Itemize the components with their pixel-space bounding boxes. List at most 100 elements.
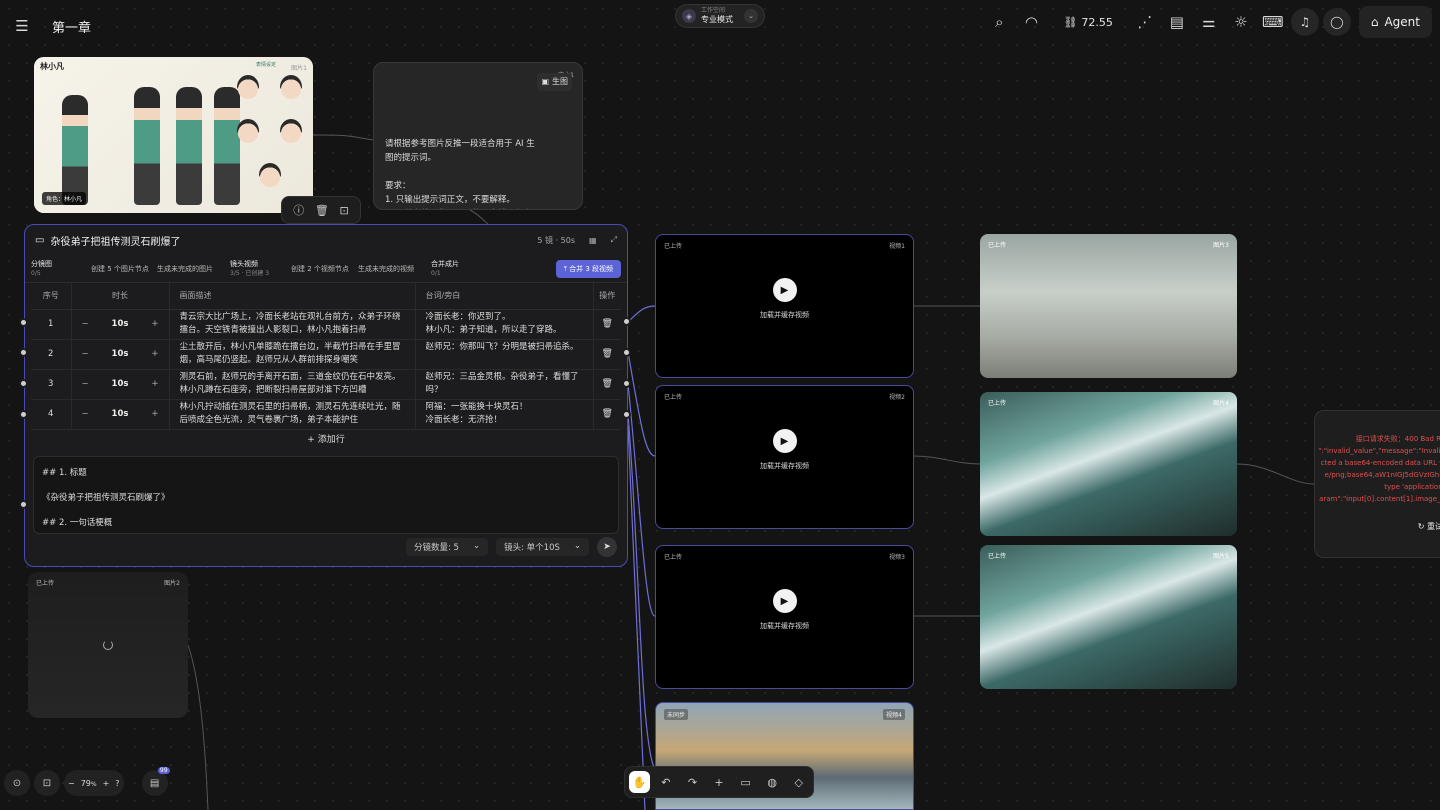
shot-count-select[interactable]: 分镜数量: 5 ⌄ xyxy=(405,537,489,556)
create-image-nodes-button[interactable]: 创建 5 个图片节点 xyxy=(91,264,157,274)
input-port[interactable] xyxy=(19,348,28,357)
grid-icon[interactable]: ▦ xyxy=(589,236,597,245)
zoom-in-button[interactable]: + xyxy=(103,779,110,788)
table-row: 4 − 10s + 林小凡拧动插在测灵石里的扫帚柄，测灵石先连续吐光，随后喷成全色光… xyxy=(31,399,621,430)
scene-text[interactable]: 林小凡拧动插在测灵石里的扫帚柄，测灵石先连续吐光，随后喷成全色光流，灵气卷裹广场… xyxy=(180,401,405,427)
compass-icon[interactable]: ⊙ xyxy=(4,770,30,796)
face-sketch xyxy=(280,75,302,99)
bell-icon[interactable]: ♫ xyxy=(1290,8,1319,36)
dialogue-text[interactable]: 阿福：一张能换十块灵石！ 冷面长老：无济抢！ xyxy=(426,401,583,427)
output-port[interactable] xyxy=(622,379,631,388)
delete-row-icon[interactable]: 🗑 xyxy=(593,369,621,400)
decrease-button[interactable]: − xyxy=(82,349,89,359)
lock-icon[interactable]: ⊡ xyxy=(339,204,348,217)
send-icon[interactable]: ➤ xyxy=(597,536,617,557)
video-node-1[interactable]: 已上传 视频1 ▶ 加载并缓存视频 xyxy=(655,234,914,378)
video-node-3[interactable]: 已上传 视频3 ▶ 加载并缓存视频 xyxy=(655,545,914,689)
figure xyxy=(214,87,240,205)
script-editor[interactable]: ## 1. 标题 《杂役弟子把祖传测灵石刷爆了》 ## 2. 一句话梗概 xyxy=(33,455,619,534)
eraser-icon[interactable]: ◇ xyxy=(788,771,809,793)
increase-button[interactable]: + xyxy=(151,349,158,359)
decrease-button[interactable]: − xyxy=(82,409,89,419)
delete-row-icon[interactable]: 🗑 xyxy=(593,399,621,430)
keyboard-icon[interactable]: ⌨ xyxy=(1259,8,1287,36)
chevron-down-icon[interactable]: ⌄ xyxy=(744,9,758,23)
delete-row-icon[interactable]: 🗑 xyxy=(593,309,621,340)
share-icon[interactable]: ⋰ xyxy=(1131,8,1159,36)
dialogue-text[interactable]: 赵师兄：三品金灵根。杂役弟子，看懂了吗？ xyxy=(426,371,583,397)
expand-icon[interactable]: ⤢ xyxy=(611,235,617,245)
scene-text[interactable]: 青云宗大比广场上，冷面长老站在观礼台前方，众弟子环绕擂台。天空铁青被撞出人影裂口… xyxy=(180,311,405,337)
output-port[interactable] xyxy=(622,317,631,326)
image-node-2[interactable]: 已上传 图片2 xyxy=(28,572,188,718)
video-caption: 加载并缓存视频 xyxy=(760,462,809,470)
trash-icon[interactable]: 🗑 xyxy=(315,204,329,217)
image-node-character[interactable]: 林小凡 表情设定 图片1 角色：林小凡 xyxy=(34,57,313,213)
shot-count-label: 分镜数量: xyxy=(413,542,451,553)
image-node-4[interactable]: 已上传 图片4 xyxy=(980,392,1237,536)
notes-icon[interactable]: ▤ 99 xyxy=(141,767,170,796)
create-video-nodes-button[interactable]: 创建 2 个视频节点 xyxy=(291,264,358,274)
add-row-button[interactable]: + 添加行 xyxy=(25,430,627,450)
prompt-text-node[interactable]: 文本1 ▣ 生图 请根据参考图片反推一段适合用于 AI 生 图的提示词。 要求：… xyxy=(373,62,583,210)
help-icon[interactable]: ? xyxy=(115,779,119,788)
user-icon[interactable]: ◯ xyxy=(1322,8,1351,36)
decrease-button[interactable]: − xyxy=(82,319,89,329)
output-port[interactable] xyxy=(622,410,631,419)
agent-label: Agent xyxy=(1384,15,1420,29)
increase-button[interactable]: + xyxy=(151,409,158,419)
input-port[interactable] xyxy=(19,410,28,419)
credits-display[interactable]: ⛓ 72.55 xyxy=(1049,8,1126,36)
play-icon[interactable]: ▶ xyxy=(772,278,797,302)
video-node-2[interactable]: 已上传 视频2 ▶ 加载并缓存视频 xyxy=(655,385,914,529)
info-icon[interactable]: ⓘ xyxy=(293,202,304,218)
input-port[interactable] xyxy=(19,379,28,388)
generate-image-button[interactable]: ▣ 生图 xyxy=(537,73,572,91)
generate-images-button[interactable]: 生成未完成的图片 xyxy=(157,264,230,274)
play-icon[interactable]: ▶ xyxy=(772,429,797,453)
gauge-icon[interactable]: ◠ xyxy=(1017,8,1045,36)
zoom-controls: ⊙ ⊡ − 79% + ? ▤ 99 xyxy=(4,767,170,796)
output-port[interactable] xyxy=(622,348,631,357)
increase-button[interactable]: + xyxy=(151,379,158,389)
workspace-switcher[interactable]: ◈ 工作空间 专业模式 ⌄ xyxy=(675,4,765,28)
lens-select[interactable]: 镜头: 单个10S ⌄ xyxy=(496,537,589,556)
retry-button[interactable]: ↻ 重试 xyxy=(1418,521,1440,533)
scene-text[interactable]: 尘土散开后，林小凡单膝跪在擂台边，半截竹扫帚在手里冒烟，高马尾仍竖起。赵师兄从人… xyxy=(180,341,405,367)
decrease-button[interactable]: − xyxy=(82,379,89,389)
zoom-out-button[interactable]: − xyxy=(68,779,75,788)
hand-tool-icon[interactable]: ✋ xyxy=(629,771,650,793)
generate-videos-button[interactable]: 生成未完成的视频 xyxy=(358,264,431,274)
sun-icon[interactable]: ☼ xyxy=(1227,8,1255,36)
undo-icon[interactable]: ↶ xyxy=(656,771,677,793)
menu-icon[interactable]: ☰ xyxy=(8,12,36,40)
dialogue-text[interactable]: 赵师兄：你那叫飞？分明是被扫帚追杀。 xyxy=(426,341,583,367)
image-node-3[interactable]: 已上传 图片3 xyxy=(980,234,1237,378)
redo-icon[interactable]: ↷ xyxy=(682,771,703,793)
agent-button[interactable]: ⌂ Agent xyxy=(1358,6,1432,38)
input-port[interactable] xyxy=(19,318,28,327)
increase-button[interactable]: + xyxy=(151,319,158,329)
add-icon[interactable]: + xyxy=(709,771,730,793)
error-line: type 'application/ xyxy=(1384,483,1440,491)
dialogue-text[interactable]: 冷面长老：你迟到了。 林小凡：弟子知道，所以走了穿路。 xyxy=(426,311,583,337)
generate-label: 生图 xyxy=(552,77,568,86)
document-icon[interactable]: ▤ xyxy=(1163,8,1191,36)
fit-view-icon[interactable]: ⊡ xyxy=(34,770,60,796)
prompt-text[interactable]: 请根据参考图片反推一段适合用于 AI 生 图的提示词。 要求： 1. 只输出提示… xyxy=(385,137,572,209)
image-node-5[interactable]: 已上传 图片5 xyxy=(980,545,1237,689)
merge-videos-button[interactable]: ⤒ 合并 3 段视频 xyxy=(555,259,621,278)
storyboard-footer: 分镜数量: 5 ⌄ 镜头: 单个10S ⌄ ➤ xyxy=(25,534,627,560)
error-line: ":"invalid_value","message":"Invalid xyxy=(1318,447,1440,455)
sliders-icon[interactable]: ⚌ xyxy=(1195,8,1223,36)
scene-text[interactable]: 测灵石前，赵师兄的手离开石面，三道金纹仍在石中发亮。林小凡蹲在石座旁，把断裂扫帚… xyxy=(180,371,405,397)
merge-label: 合并 3 段视频 xyxy=(569,264,613,273)
page-title: 第一章 xyxy=(52,20,92,36)
face-sketch xyxy=(259,163,281,187)
folder-icon[interactable]: ▭ xyxy=(735,771,756,793)
input-port[interactable] xyxy=(19,500,28,509)
palette-icon[interactable]: ◍ xyxy=(762,771,783,793)
play-icon[interactable]: ▶ xyxy=(772,589,797,613)
delete-row-icon[interactable]: 🗑 xyxy=(593,339,621,370)
search-icon[interactable]: ⌕ xyxy=(985,8,1013,36)
